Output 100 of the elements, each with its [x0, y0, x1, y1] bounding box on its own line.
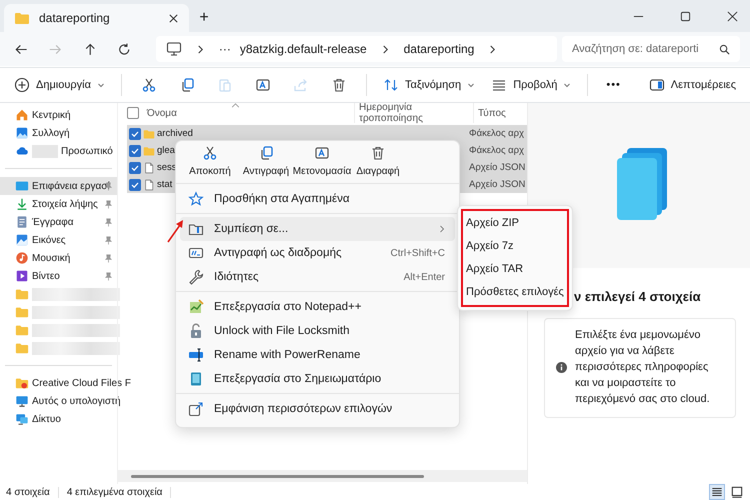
annotation-arrow	[166, 218, 186, 244]
close-icon[interactable]	[168, 12, 179, 24]
menu-item[interactable]: Αρχείο ZIP	[466, 211, 567, 234]
browser-tab[interactable]: datareporting	[4, 4, 189, 32]
file-row[interactable]: archived Φάκελος αρχ	[127, 125, 527, 142]
trash-action[interactable]: Διαγραφή	[350, 142, 406, 180]
sidebar-item[interactable]: Μουσική	[0, 249, 117, 267]
breadcrumb-item[interactable]: y8atzkig.default-release	[240, 42, 367, 56]
caret-icon	[467, 81, 476, 89]
column-header[interactable]: Ημερομηνία τροποποίησης	[354, 103, 473, 123]
menu-item[interactable]: Εμφάνιση περισσότερων επιλογών	[180, 397, 455, 421]
menu-item[interactable]: Συμπίεση σε...	[180, 217, 455, 241]
notebook-icon	[188, 371, 204, 387]
details-view-button[interactable]	[710, 485, 724, 499]
maximize-icon[interactable]	[680, 10, 691, 22]
details-button[interactable]: Λεπτομέρειες	[642, 71, 742, 99]
type-cell-text: Αρχείο JSON	[468, 162, 526, 173]
close-icon[interactable]	[727, 10, 738, 22]
sidebar-item[interactable]: Συλλογή	[0, 124, 117, 142]
trash-icon	[370, 145, 386, 161]
monitor-icon	[166, 41, 182, 57]
sidebar-item[interactable]: Creative Cloud Files F	[0, 374, 131, 392]
checkbox[interactable]	[129, 162, 141, 174]
sidebar-item[interactable]: Βίντεο	[0, 267, 117, 285]
sidebar-item[interactable]: Κεντρική	[0, 106, 117, 124]
sidebar-item[interactable]: Έγγραφα	[0, 213, 117, 231]
tab-title: datareporting	[39, 11, 111, 25]
download-icon	[15, 197, 29, 211]
column-header[interactable]: Τύπος	[473, 103, 506, 123]
new-button[interactable]: Δημιουργία	[8, 71, 111, 99]
desktop-icon	[15, 179, 29, 193]
menu-item[interactable]: Αντιγραφή ως διαδρομής Ctrl+Shift+C	[180, 241, 455, 265]
checkbox[interactable]	[129, 144, 141, 156]
search-field[interactable]: Αναζήτηση σε: datareporti	[562, 36, 740, 62]
more-button[interactable]: •••	[598, 71, 629, 99]
sidebar-item[interactable]: Στοιχεία λήψης	[0, 195, 117, 213]
select-all-checkbox[interactable]	[127, 107, 139, 119]
menu-item[interactable]: Προσθήκη στα Αγαπημένα	[180, 187, 455, 211]
copy-action[interactable]: Αντιγραφή	[238, 142, 294, 180]
sidebar-item[interactable]: Προσωπικό	[0, 142, 117, 160]
view-button[interactable]: Προβολή	[485, 71, 578, 99]
breadcrumb-overflow[interactable]: ···	[218, 42, 231, 56]
rename-action[interactable]: Μετονομασία	[294, 142, 350, 180]
folder-icon	[143, 144, 155, 156]
music-icon	[15, 251, 29, 265]
pin-icon	[104, 218, 113, 226]
scissors-icon	[202, 145, 218, 161]
sort-button[interactable]: Ταξινόμηση	[376, 71, 482, 99]
new-tab-button[interactable]: +	[189, 4, 219, 32]
details-heading: ν επιλεγεί 4 στοιχεία	[574, 289, 702, 304]
file-name: glea	[157, 145, 175, 156]
folder-icon	[15, 323, 29, 337]
menu-item[interactable]: Αρχείο 7z	[466, 234, 567, 257]
lock-icon	[188, 323, 204, 339]
selection-count: 4 επιλεγμένα στοιχεία	[66, 486, 172, 498]
checkbox[interactable]	[129, 128, 141, 140]
chevron-icon[interactable]	[196, 44, 204, 54]
menu-item[interactable]: Unlock with File Locksmith	[180, 319, 455, 343]
pin-icon	[104, 254, 113, 262]
folder-icon	[15, 287, 29, 301]
menu-item[interactable]: Rename with PowerRename	[180, 343, 455, 367]
document-icon	[15, 215, 29, 229]
file-name: archived	[157, 128, 193, 139]
menu-item[interactable]: Πρόσθετες επιλογές	[466, 280, 567, 303]
refresh-icon[interactable]	[117, 42, 132, 56]
menu-item[interactable]: Επεξεργασία στο Notepad++	[180, 295, 455, 319]
picture-icon	[15, 126, 29, 140]
star-icon	[188, 191, 204, 207]
menu-item[interactable]: Ιδιότητες Alt+Enter	[180, 265, 455, 289]
sort-caret-icon	[231, 103, 240, 108]
house-icon	[15, 108, 29, 122]
details-pane-icon	[648, 77, 665, 93]
notepad-icon	[188, 299, 204, 315]
picture-icon	[15, 233, 29, 247]
folder-icon	[15, 341, 29, 355]
info-text: Επιλέξτε ένα μεμονωμένο αρχείο για να λάβετε περισσότερες πληροφορίες και να μοιραστείτε το περιεχόμενό σας στο cloud.	[575, 328, 711, 407]
type-cell-text: Αρχείο JSON	[468, 179, 526, 190]
monitor-icon	[15, 394, 29, 408]
menu-item[interactable]: Επεξεργασία στο Σημειωματάριο	[180, 367, 455, 391]
chevron-icon[interactable]	[489, 44, 496, 54]
sidebar-item[interactable]: Αυτός ο υπολογιστή	[0, 392, 121, 410]
info-icon	[556, 362, 567, 372]
video-icon	[15, 269, 29, 283]
tiles-view-button[interactable]	[730, 485, 744, 499]
folder-icon	[15, 376, 29, 390]
chevron-icon[interactable]	[382, 44, 389, 54]
scissors-action[interactable]: Αποκοπή	[182, 142, 238, 180]
address-bar[interactable]: ··· y8atzkig.default-release datareporting	[156, 36, 557, 62]
folder-icon	[15, 305, 29, 319]
folder-icon	[143, 128, 155, 140]
scrollbar-thumb[interactable]	[131, 475, 424, 478]
sidebar-item[interactable]: Δίκτυο	[0, 410, 117, 428]
caret-icon	[563, 81, 572, 89]
breadcrumb-item[interactable]: datareporting	[404, 42, 474, 56]
column-header[interactable]: Όνομα	[139, 103, 354, 123]
sort-icon	[382, 77, 399, 93]
sidebar-item[interactable]: Εικόνες	[0, 231, 117, 249]
type-cell-text: Φάκελος αρχ	[468, 128, 524, 139]
menu-item[interactable]: Αρχείο TAR	[466, 257, 567, 280]
checkbox[interactable]	[129, 178, 141, 190]
